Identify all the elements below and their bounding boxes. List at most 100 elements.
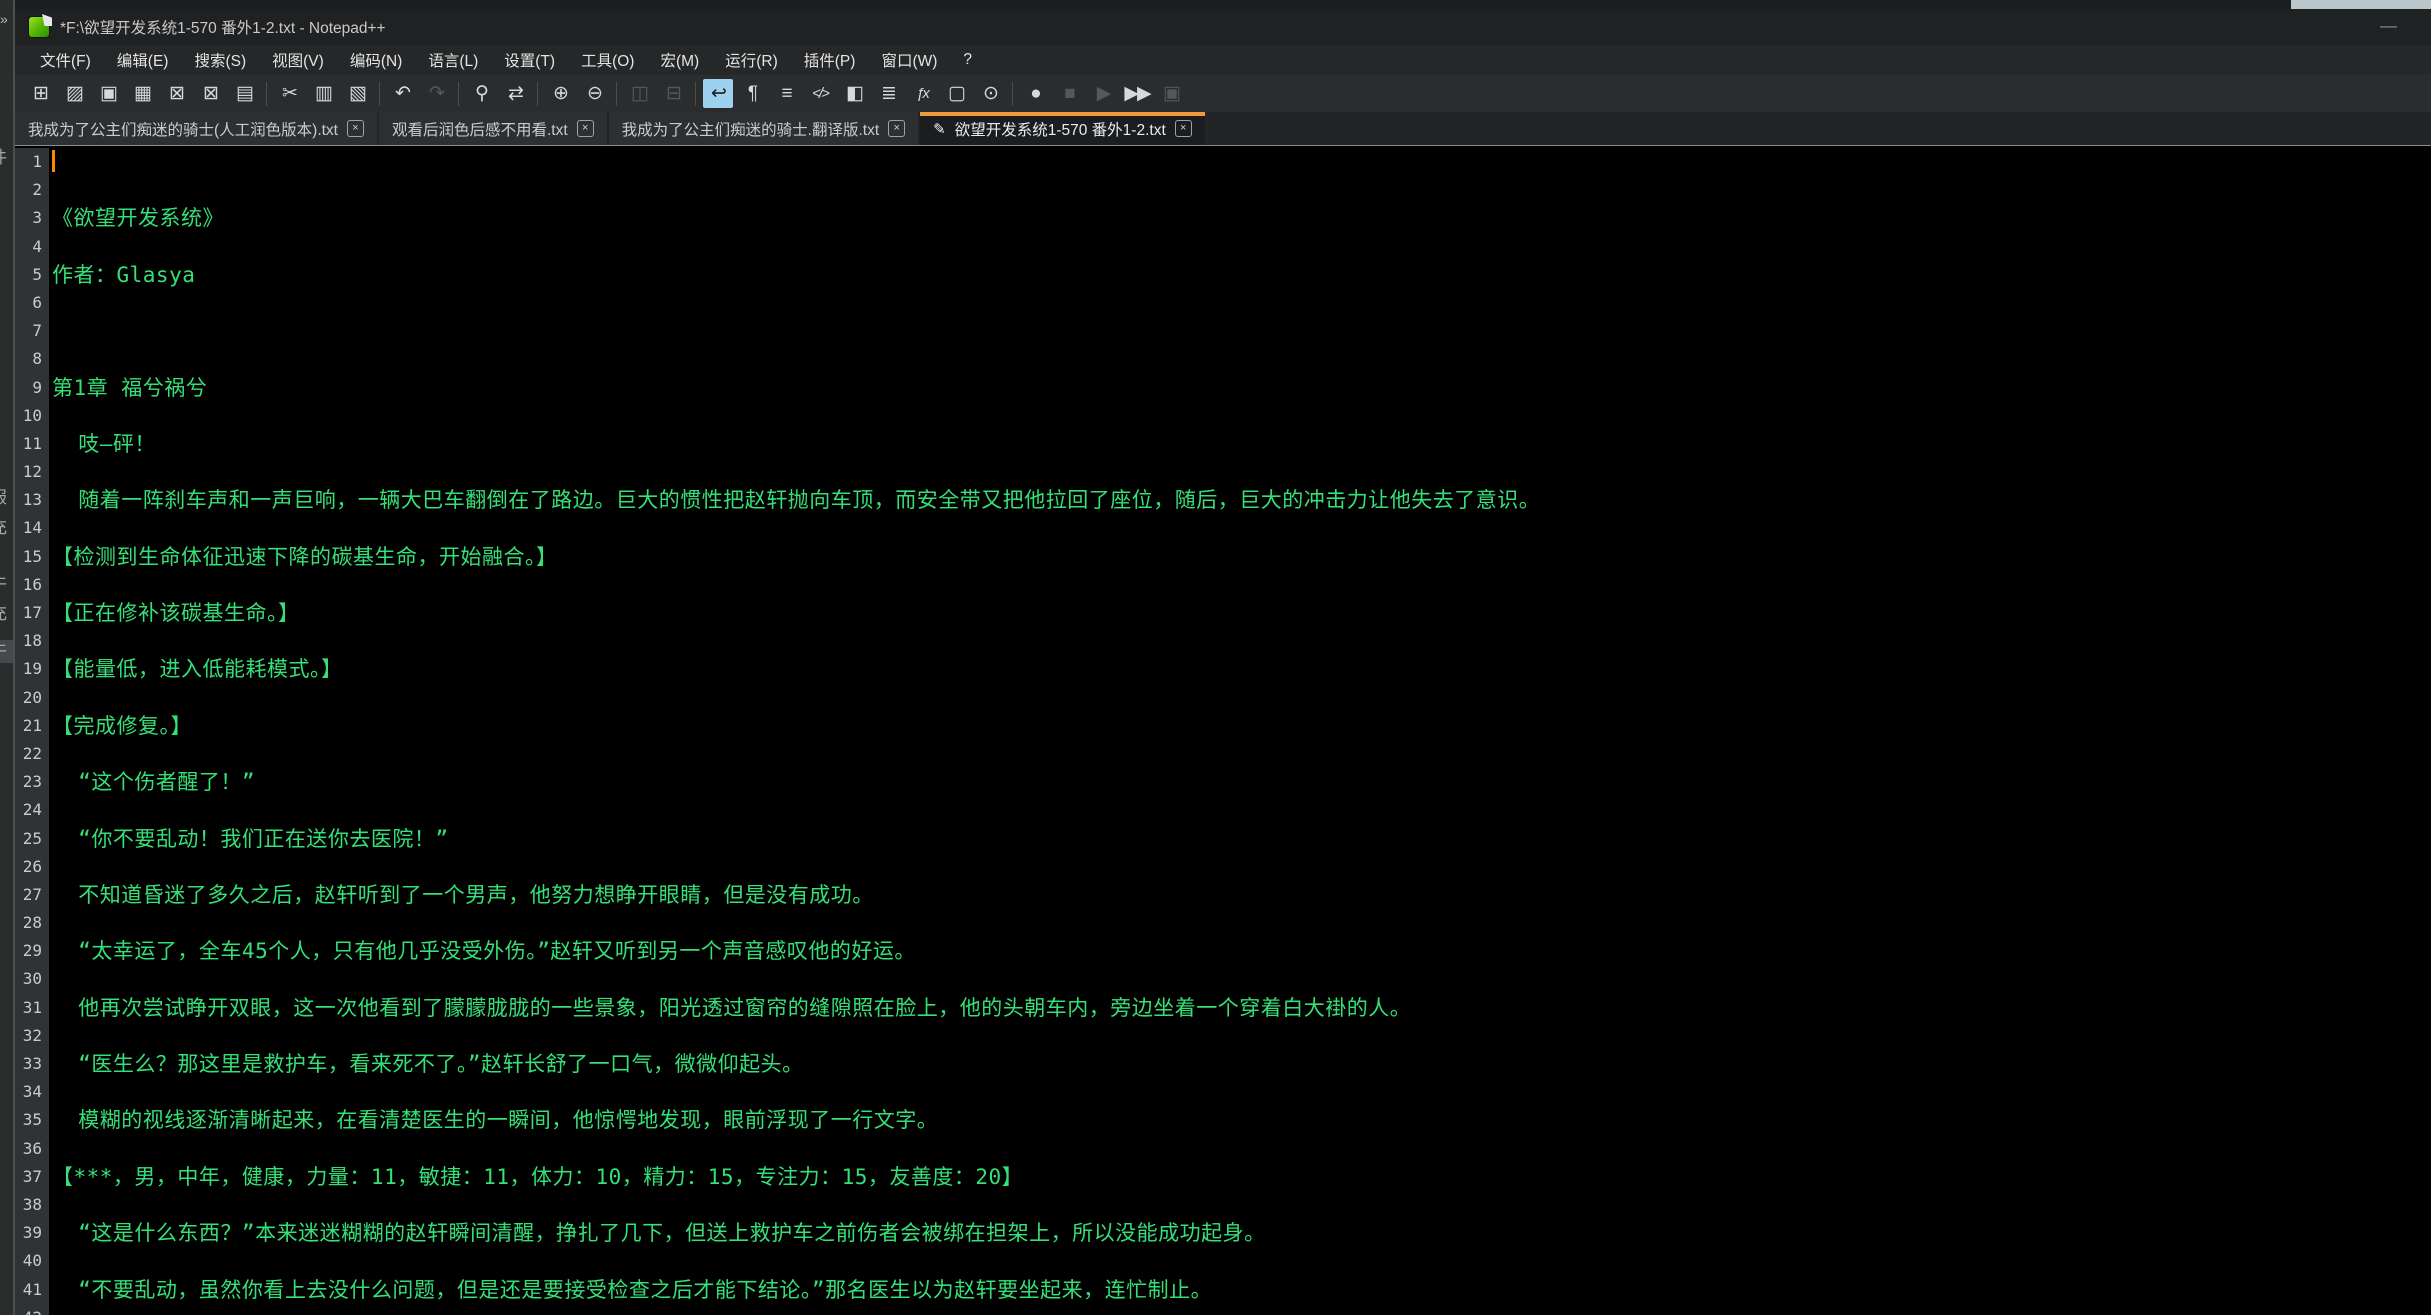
line-number[interactable]: 37: [15, 1163, 49, 1191]
redo-icon[interactable]: ↷: [421, 79, 451, 108]
line-text[interactable]: 作者：Glasya: [49, 261, 2431, 289]
tab-close-icon[interactable]: ×: [577, 120, 594, 137]
line-number[interactable]: 19: [15, 655, 49, 683]
line-text[interactable]: 【***，男，中年，健康，力量：11，敏捷：11，体力：10，精力：15，专注力…: [49, 1163, 2431, 1191]
line-text[interactable]: 吱—砰！: [49, 430, 2431, 458]
line-number[interactable]: 7: [15, 317, 49, 345]
line-text[interactable]: [49, 1191, 2431, 1219]
line-number[interactable]: 12: [15, 458, 49, 486]
line-text[interactable]: 【检测到生命体征迅速下降的碳基生命，开始融合。】: [49, 543, 2431, 571]
line-number[interactable]: 26: [15, 853, 49, 881]
macro-save-icon[interactable]: ▣: [1156, 79, 1186, 108]
line-text[interactable]: [49, 627, 2431, 655]
line-text[interactable]: [49, 909, 2431, 937]
line-text[interactable]: [49, 514, 2431, 542]
line-text[interactable]: 不知道昏迷了多久之后，赵轩听到了一个男声，他努力想睁开眼睛，但是没有成功。: [49, 881, 2431, 909]
line-number[interactable]: 40: [15, 1247, 49, 1275]
menu-macro[interactable]: 宏(M): [647, 49, 712, 71]
line-number[interactable]: 21: [15, 712, 49, 740]
line-text[interactable]: 《欲望开发系统》: [49, 204, 2431, 232]
tab-close-icon[interactable]: ×: [888, 120, 905, 137]
minimize-button[interactable]: —: [2372, 15, 2405, 37]
line-number[interactable]: 36: [15, 1135, 49, 1163]
file-monitor-icon[interactable]: ▢: [941, 79, 971, 108]
tab-knight-translated[interactable]: 我成为了公主们痴迷的骑士.翻译版.txt ×: [609, 112, 918, 145]
macro-run-multiple-icon[interactable]: ▶▶: [1122, 79, 1152, 108]
line-text[interactable]: [49, 571, 2431, 599]
line-text[interactable]: 随着一阵刹车声和一声巨响，一辆大巴车翻倒在了路边。巨大的惯性把赵轩抛向车顶，而安…: [49, 486, 2431, 514]
line-text[interactable]: 他再次尝试睁开双眼，这一次他看到了朦朦胧胧的一些景象，阳光透过窗帘的缝隙照在脸上…: [49, 994, 2431, 1022]
open-file-icon[interactable]: ▨: [59, 79, 89, 108]
line-text[interactable]: [49, 1304, 2431, 1315]
line-text[interactable]: [49, 1078, 2431, 1106]
replace-icon[interactable]: ⇄: [500, 79, 530, 108]
line-number[interactable]: 6: [15, 289, 49, 317]
line-number[interactable]: 25: [15, 825, 49, 853]
line-number[interactable]: 38: [15, 1191, 49, 1219]
menu-encoding[interactable]: 编码(N): [337, 49, 416, 71]
line-text[interactable]: [49, 148, 2431, 176]
menu-edit[interactable]: 编辑(E): [104, 49, 182, 71]
menu-file[interactable]: 文件(F): [27, 49, 104, 71]
line-text[interactable]: “你不要乱动！我们正在送你去医院！”: [49, 825, 2431, 853]
macro-stop-icon[interactable]: ■: [1054, 79, 1084, 108]
define-language-icon[interactable]: </>: [805, 79, 835, 108]
line-number[interactable]: 15: [15, 543, 49, 571]
line-number[interactable]: 35: [15, 1106, 49, 1134]
line-text[interactable]: [49, 740, 2431, 768]
line-text[interactable]: [49, 458, 2431, 486]
line-number[interactable]: 20: [15, 684, 49, 712]
tab-knight-polished[interactable]: 我成为了公主们痴迷的骑士(人工润色版本).txt ×: [15, 112, 377, 145]
line-number[interactable]: 23: [15, 768, 49, 796]
line-text[interactable]: “医生么？那这里是救护车，看来死不了。”赵轩长舒了一口气，微微仰起头。: [49, 1050, 2431, 1078]
sync-horizontal-scroll-icon[interactable]: ⊟: [658, 79, 688, 108]
tab-close-icon[interactable]: ×: [1175, 120, 1192, 137]
menu-help[interactable]: ?: [950, 51, 985, 69]
menu-language[interactable]: 语言(L): [415, 49, 491, 71]
line-number[interactable]: 41: [15, 1276, 49, 1304]
line-text[interactable]: [49, 796, 2431, 824]
line-number[interactable]: 13: [15, 486, 49, 514]
line-text[interactable]: [49, 1135, 2431, 1163]
menu-tools[interactable]: 工具(O): [568, 49, 647, 71]
copy-icon[interactable]: ▥: [308, 79, 338, 108]
line-number[interactable]: 1: [15, 148, 49, 176]
menu-run[interactable]: 运行(R): [712, 49, 791, 71]
paste-icon[interactable]: ▧: [342, 79, 372, 108]
line-number[interactable]: 16: [15, 571, 49, 599]
line-number[interactable]: 34: [15, 1078, 49, 1106]
line-text[interactable]: 【能量低，进入低能耗模式。】: [49, 655, 2431, 683]
snapshot-icon[interactable]: ⊙: [975, 79, 1005, 108]
line-number[interactable]: 27: [15, 881, 49, 909]
line-number[interactable]: 18: [15, 627, 49, 655]
line-number[interactable]: 28: [15, 909, 49, 937]
tab-desire-system[interactable]: ✎ 欲望开发系统1-570 番外1-2.txt ×: [920, 112, 1205, 145]
line-number[interactable]: 14: [15, 514, 49, 542]
new-file-icon[interactable]: ⊞: [25, 79, 55, 108]
zoom-in-icon[interactable]: ⊕: [545, 79, 575, 108]
line-text[interactable]: [49, 402, 2431, 430]
line-number[interactable]: 30: [15, 965, 49, 993]
line-number[interactable]: 29: [15, 937, 49, 965]
line-number[interactable]: 33: [15, 1050, 49, 1078]
line-text[interactable]: “太幸运了，全车45个人，只有他几乎没受外伤。”赵轩又听到另一个声音感叹他的好运…: [49, 937, 2431, 965]
line-number[interactable]: 42: [15, 1304, 49, 1315]
cut-icon[interactable]: ✂: [274, 79, 304, 108]
line-text[interactable]: [49, 853, 2431, 881]
line-number[interactable]: 8: [15, 345, 49, 373]
show-all-characters-icon[interactable]: ¶: [737, 79, 767, 108]
line-text[interactable]: “这个伤者醒了！”: [49, 768, 2431, 796]
tab-close-icon[interactable]: ×: [347, 120, 364, 137]
menu-plugins[interactable]: 插件(P): [791, 49, 869, 71]
line-text[interactable]: [49, 345, 2431, 373]
line-number[interactable]: 39: [15, 1219, 49, 1247]
document-map-icon[interactable]: ◧: [839, 79, 869, 108]
line-text[interactable]: [49, 176, 2431, 204]
print-icon[interactable]: ▤: [229, 79, 259, 108]
text-editor[interactable]: 1 2 3 《欲望开发系统》 4: [15, 146, 2431, 1315]
macro-record-icon[interactable]: ●: [1020, 79, 1050, 108]
line-text[interactable]: [49, 1247, 2431, 1275]
macro-play-icon[interactable]: ▶: [1088, 79, 1118, 108]
line-text[interactable]: 第1章 福兮祸兮: [49, 374, 2431, 402]
undo-icon[interactable]: ↶: [387, 79, 417, 108]
